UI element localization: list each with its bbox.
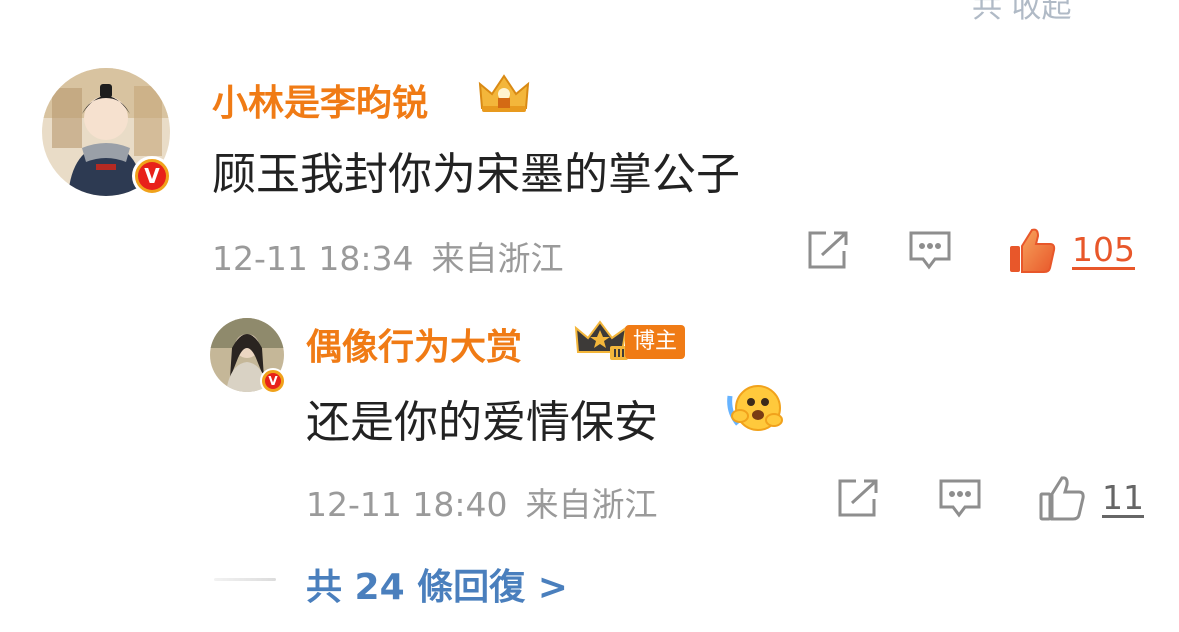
- comment-content: 顾玉我封你为宋墨的掌公子: [212, 149, 740, 200]
- comment-icon[interactable]: [938, 478, 982, 524]
- avatar[interactable]: V: [42, 68, 172, 196]
- reply-username[interactable]: 偶像行为大赏: [306, 318, 522, 370]
- share-icon[interactable]: [836, 478, 880, 522]
- crown-badge-icon: [476, 72, 532, 120]
- comment-meta: 12-11 18:34 来自浙江: [212, 232, 563, 280]
- comment-username[interactable]: 小林是李昀锐: [212, 74, 428, 126]
- verified-badge: V: [260, 368, 286, 394]
- emoji-hug-icon: [726, 382, 784, 438]
- reply-like-count[interactable]: 11: [1102, 478, 1144, 517]
- reply-content: 还是你的爱情保安: [306, 386, 658, 450]
- comment-like-count[interactable]: 105: [1072, 230, 1135, 269]
- share-icon[interactable]: [806, 230, 850, 274]
- like-icon[interactable]: [1038, 474, 1086, 526]
- collapse-link-clipped[interactable]: 共 收起: [972, 0, 1072, 26]
- comment-date: 12-11 18:34: [212, 239, 414, 278]
- reply-date: 12-11 18:40: [306, 485, 508, 524]
- reply-avatar[interactable]: V: [210, 318, 286, 394]
- comment-location: 来自浙江: [431, 239, 564, 278]
- more-replies-link[interactable]: 共 24 條回復 >: [306, 558, 568, 610]
- crown-level-icon: [574, 318, 630, 366]
- reply-location: 来自浙江: [525, 485, 658, 524]
- like-icon[interactable]: [1008, 226, 1056, 278]
- reply-meta: 12-11 18:40 来自浙江: [306, 478, 657, 526]
- reply-text: 还是你的爱情保安: [306, 397, 658, 448]
- comment-icon[interactable]: [908, 230, 952, 276]
- author-tag: 博主: [625, 325, 686, 359]
- thread-divider: [214, 578, 276, 581]
- verified-badge: V: [132, 156, 172, 196]
